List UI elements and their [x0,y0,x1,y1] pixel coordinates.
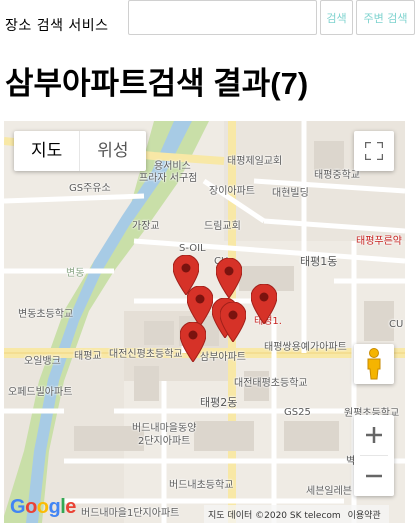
result-title: 삼부아파트검색 결과(7) [5,66,309,101]
map-label: 삼부아파트 [200,352,246,363]
map-label: 태평교 [74,351,102,362]
search-label: 장소 검색 서비스 [5,18,109,34]
map-type-satellite-button[interactable]: 위성 [79,131,145,171]
place-marker[interactable] [220,302,246,342]
search-input[interactable] [128,0,317,35]
map-label: 대전태평초등학교 [234,378,308,389]
map-attribution: 지도 데이터 ©2020 SK telecom 이용약관 [204,505,389,523]
nearby-search-button[interactable]: 주변 검색 [356,0,415,35]
map-label: GS25 [284,407,311,418]
minus-icon [366,474,382,478]
search-button[interactable]: 검색 [320,0,353,35]
map-label: 버드내초등학교 [169,480,234,491]
place-marker[interactable] [180,322,206,362]
map-label: 태평푸른약 [356,236,402,247]
map-label: 태평제일교회 [227,156,283,167]
map-label: CU [389,319,404,330]
map-label: 세븐일레븐 [306,486,352,497]
map-label: 가장교 [132,221,160,232]
map-label: 대전신평초등학교 [109,349,183,360]
fullscreen-icon [365,142,383,160]
zoom-out-button[interactable] [354,456,394,496]
map-label: 오일뱅크 [24,356,61,367]
zoom-in-button[interactable] [354,415,394,455]
map-label: 대현빌딩 [272,188,309,199]
place-marker[interactable] [216,258,242,298]
search-bar: 장소 검색 서비스 검색 주변 검색 [0,0,417,36]
zoom-control [354,415,394,496]
map-label: 태평쌍용예가아파트 [264,342,347,353]
map-label: 2단지아파트 [138,436,191,447]
place-marker[interactable] [251,284,277,324]
map-label: 오페드빌아파트 [8,387,73,398]
map-label: S-OIL [179,243,206,254]
map-data-credit: 지도 데이터 ©2020 SK telecom [208,511,341,521]
map-type-control: 지도 위성 [14,131,146,171]
map-label: 변동초등학교 [18,309,74,320]
terms-link[interactable]: 이용약관 [348,511,381,521]
map-label: 버드내마을1단지아파트 [81,508,180,519]
map-label: 장이아파트 [209,186,255,197]
map-label: 태평2동 [200,396,238,409]
fullscreen-button[interactable] [354,131,394,171]
map[interactable]: 용서비스 프라자 서구점 태평제일교회 태평중학교 GS주유소 장이아파트 대현… [4,121,405,523]
map-label: 변동 [66,268,85,279]
place-marker[interactable] [187,286,213,326]
plus-icon [366,427,382,443]
google-logo[interactable]: Google [10,496,76,519]
map-label: 프라자 서구점 [139,173,198,184]
map-type-roadmap-button[interactable]: 지도 [14,131,79,171]
map-label: GS주유소 [69,183,111,194]
pegman-icon [367,348,381,380]
map-label: 태평1동 [300,255,338,268]
map-label: 드림교회 [204,221,241,232]
street-view-button[interactable] [354,344,394,384]
